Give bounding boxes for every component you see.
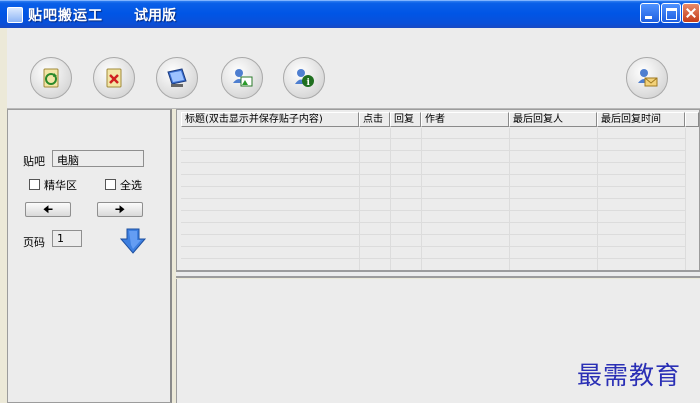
close-button[interactable] — [682, 3, 700, 23]
download-arrow-icon[interactable] — [119, 227, 147, 255]
arrow-left-icon: 🠈 — [42, 203, 54, 216]
table-header: 标题(双击显示并保存贴子内容) 点击 回复 作者 最后回复人 最后回复时间 — [177, 110, 700, 128]
maximize-button[interactable] — [661, 3, 681, 23]
post-table[interactable]: 标题(双击显示并保存贴子内容) 点击 回复 作者 最后回复人 最后回复时间 — [176, 109, 700, 273]
title-bar[interactable]: 贴吧搬运工 试用版 — [0, 0, 700, 28]
column-replies[interactable]: 回复 — [390, 112, 421, 127]
column-filler — [685, 112, 699, 127]
column-last-replier[interactable]: 最后回复人 — [509, 112, 597, 127]
app-icon — [7, 7, 23, 23]
page-label: 页码 — [23, 236, 45, 249]
user-info-icon: i — [295, 69, 314, 88]
table-grid — [177, 128, 700, 272]
column-author[interactable]: 作者 — [421, 112, 509, 127]
arrow-right-icon: 🠊 — [114, 203, 126, 216]
search-panel: 贴吧 电脑 精华区 全选 🠈 🠊 页码 1 — [7, 109, 172, 403]
refresh-button[interactable] — [30, 57, 72, 99]
delete-document-icon — [106, 68, 122, 88]
edition-label: 试用版 — [134, 8, 176, 24]
delete-button[interactable] — [93, 57, 135, 99]
window-title: 贴吧搬运工 — [28, 8, 103, 24]
watermark-text: 最需教育 — [577, 361, 682, 390]
user-info-button[interactable]: i — [283, 57, 325, 99]
column-clicks[interactable]: 点击 — [359, 112, 390, 127]
select-all-label: 全选 — [120, 179, 142, 192]
prev-page-button[interactable]: 🠈 — [25, 202, 71, 217]
column-last-reply-time[interactable]: 最后回复时间 — [597, 112, 685, 127]
tieba-label: 贴吧 — [23, 155, 45, 168]
user-mail-button[interactable] — [626, 57, 668, 99]
user-image-icon — [233, 69, 253, 87]
user-mail-icon — [638, 69, 658, 87]
minimize-button[interactable] — [640, 3, 660, 23]
panel-splitter[interactable] — [176, 270, 700, 278]
jinghua-label: 精华区 — [44, 179, 77, 192]
user-image-button[interactable] — [221, 57, 263, 99]
select-all-checkbox[interactable] — [105, 179, 116, 190]
tieba-input[interactable]: 电脑 — [52, 150, 144, 167]
jinghua-checkbox[interactable] — [29, 179, 40, 190]
next-page-button[interactable]: 🠊 — [97, 202, 143, 217]
page-input[interactable]: 1 — [52, 230, 82, 247]
refresh-document-icon — [43, 68, 59, 88]
column-title[interactable]: 标题(双击显示并保存贴子内容) — [181, 112, 359, 127]
monitor-button[interactable] — [156, 57, 198, 99]
monitor-icon — [167, 68, 187, 87]
svg-text:i: i — [307, 78, 311, 88]
